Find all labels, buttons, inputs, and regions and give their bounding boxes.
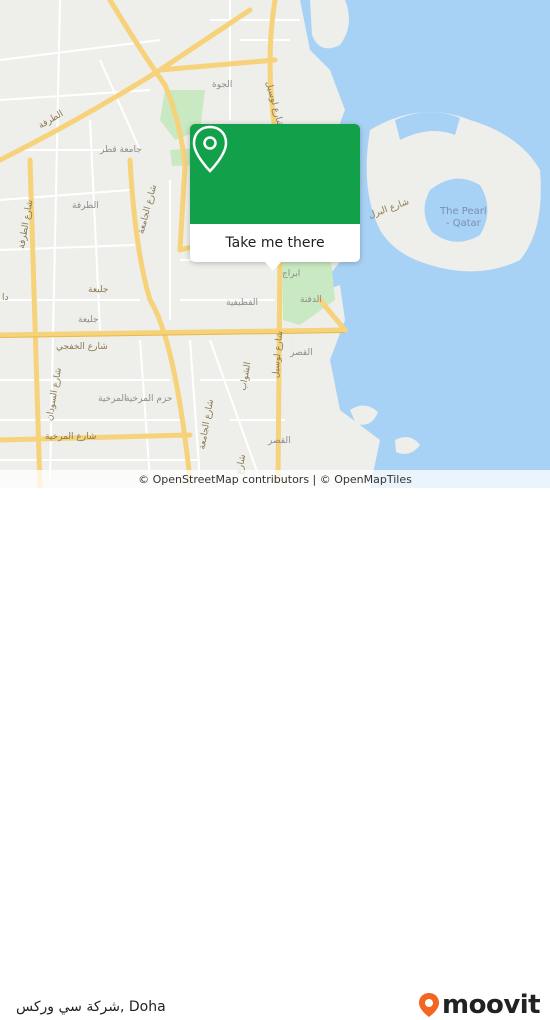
moovit-pin-icon [419, 993, 439, 1017]
popup-pointer [264, 261, 282, 271]
moovit-wordmark: moovit [442, 990, 541, 1020]
label-al-khulaifat: القطيفية [226, 298, 258, 308]
label-jelaiah-road: جليعة [88, 285, 109, 295]
label-al-markhiya-street: شارع المرخية [45, 432, 97, 442]
take-me-there-button[interactable]: Take me there [190, 224, 360, 262]
label-jelaiah-area: جليعة [78, 315, 99, 325]
label-qatar-university: جامعة قطر [100, 145, 142, 155]
label-al-qasr-south: القصر [268, 436, 291, 446]
place-name: شركة سي وركس, Doha [16, 999, 166, 1015]
label-al-dafna: الدفنة [300, 295, 322, 305]
label-al-khafji-street: شارع الخفجي [56, 342, 108, 352]
label-the-pearl: The Pearl - Qatar [440, 206, 487, 229]
label-west-bay: ابراج [282, 269, 301, 279]
label-al-qasr: القصر [290, 348, 313, 358]
label-al-markhiya-area: حزم المرخية [125, 394, 173, 404]
moovit-logo[interactable]: moovit [418, 990, 541, 1020]
location-pin-icon [192, 125, 228, 173]
footer-bar: شركة سي وركس, Doha moovit [0, 488, 550, 1020]
label-al-markhiya-dist: المرخية [98, 394, 127, 404]
label-al-hawa: الجوة [212, 80, 233, 90]
popup-header [190, 124, 360, 224]
map-view[interactable]: الجوة الطرفة جامعة قطر شارع الجامعة الطر… [0, 0, 550, 488]
map-attribution[interactable]: © OpenStreetMap contributors | © OpenMap… [0, 470, 550, 488]
destination-popup[interactable]: Take me there [190, 124, 360, 262]
label-d: دا [2, 293, 9, 303]
label-al-tarfa-area: الطرفة [72, 201, 99, 211]
